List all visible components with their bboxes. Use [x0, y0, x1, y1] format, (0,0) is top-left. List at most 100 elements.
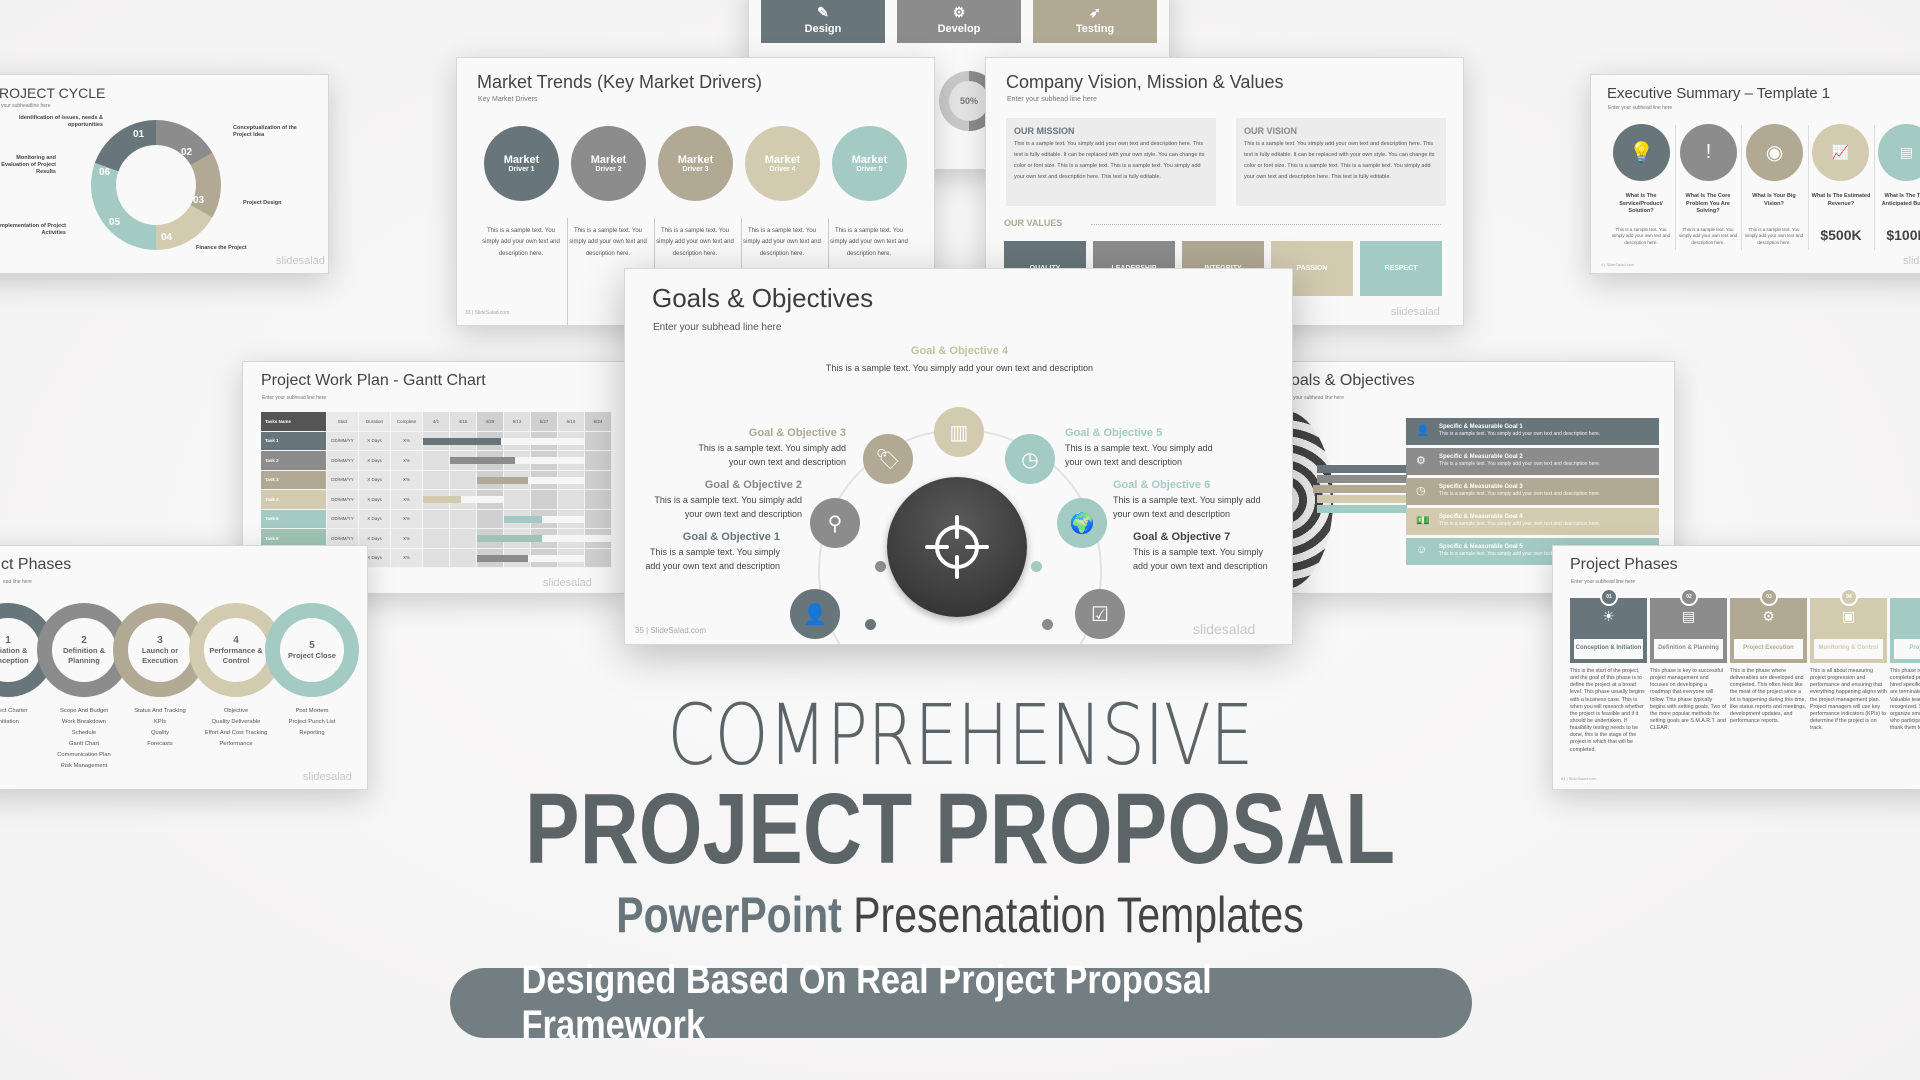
slide-subtitle: Enter your subhead line here — [1571, 579, 1636, 585]
brand-logo: slidesalad — [1193, 621, 1256, 637]
gantt-date-cell — [450, 470, 477, 490]
exec-question: What Is The Service/Product/ Solution? — [1619, 193, 1663, 215]
tile-develop: ⚙ Develop — [897, 0, 1021, 43]
tag-icon: 🏷 — [863, 434, 913, 484]
exec-text: This is a sample text. You simply add yo… — [1678, 227, 1738, 245]
goal-band: ⚙ Specific & Measurable Goal 2 This is a s… — [1406, 448, 1659, 475]
phase-description: This is the phase where deliverables are… — [1730, 668, 1807, 724]
gantt-bar — [423, 437, 502, 445]
gantt-cell: DD/MM/YY — [327, 431, 359, 451]
market-driver-text: This is a sample text. You simply add yo… — [482, 228, 560, 257]
gantt-cell: DD/MM/YY — [327, 470, 359, 490]
tile-design: ✎ Design — [761, 0, 885, 43]
headline-comprehensive: COMPREHENSIVE — [667, 686, 1253, 784]
cycle-step-label: Implementation of Project Activities — [0, 223, 66, 237]
gantt-bar-remaining — [528, 476, 585, 484]
phase-label: Project Execution — [1733, 638, 1804, 660]
gantt-date-cell — [423, 548, 450, 568]
gantt-bar — [477, 476, 529, 484]
market-driver-text: This is a sample text. You simply add yo… — [569, 228, 647, 257]
gantt-bar-remaining — [501, 437, 585, 445]
goal-title-1: Goal & Objective 1 — [682, 531, 780, 543]
target-icon — [887, 477, 1027, 617]
gantt-cell: X Days — [359, 431, 391, 451]
market-driver-text: This is a sample text. You simply add yo… — [743, 228, 821, 257]
cycle-step-number: 06 — [99, 167, 111, 178]
goal-title-5: Goal & Objective 5 — [1065, 427, 1163, 439]
gantt-date: 5/27 — [531, 412, 558, 432]
slide-subtitle: ead line here — [3, 579, 32, 585]
brand-logo: slidesalad — [1903, 255, 1920, 267]
clock-icon: ◷ — [1416, 485, 1426, 497]
brand-logo: slidesalad — [543, 577, 592, 589]
exec-text: This is a sample text. You simply add yo… — [1744, 227, 1804, 245]
clipboard-icon: ▤ — [1681, 608, 1696, 624]
goal-title-4: Goal & Objective 4 — [910, 345, 1009, 357]
goal-band: 👤 Specific & Measurable Goal 1 This is a s… — [1406, 418, 1659, 445]
lightbulb-icon: ☀ — [1602, 608, 1615, 624]
head-idea-icon: ☺ — [1416, 544, 1428, 556]
cycle-step-label: Project Design — [243, 200, 282, 206]
gantt-cell: X% — [391, 431, 423, 451]
slide-subtitle: Key Market Drivers — [478, 96, 538, 103]
gantt-cell: X% — [391, 490, 423, 510]
framework-banner: Designed Based On Real Project Proposal … — [450, 958, 1472, 1047]
slide-subtitle: Enter your subhead line here — [653, 322, 782, 333]
cycle-ring — [91, 120, 221, 250]
market-driver-1: Market Driver 1 — [484, 126, 559, 201]
gantt-bar-remaining — [541, 535, 612, 542]
gantt-date-cell — [423, 451, 450, 471]
goal-text-2: This is a sample text. You simply add yo… — [654, 495, 802, 519]
cycle-step-number: 03 — [193, 195, 205, 206]
tile-testing: ➶ Testing — [1033, 0, 1157, 43]
gantt-cell: Task 2 — [261, 451, 327, 471]
gantt-date-cell — [423, 529, 450, 549]
cycle-step-number: 02 — [181, 147, 193, 158]
gantt-header-row: Tasks Name Start Duration Complete 4/1 4… — [261, 412, 612, 432]
gantt-header: Complete — [391, 412, 423, 432]
phase-number-badge: 01 — [1600, 588, 1618, 606]
market-driver-4: Market Driver 4 — [745, 126, 820, 201]
gantt-bar — [477, 535, 542, 542]
clock-icon: ◷ — [1005, 434, 1055, 484]
phase-column: ⚙ Project Execution — [1730, 598, 1807, 663]
goal-text-1: This is a sample text. You simply add yo… — [645, 547, 780, 571]
slide-title: Project Work Plan - Gantt Chart — [261, 372, 486, 389]
gantt-date-cell — [558, 490, 585, 510]
gantt-date-cell — [585, 509, 612, 529]
gantt-cell: Task 1 — [261, 431, 327, 451]
gantt-bar — [477, 554, 529, 562]
value-tile: RESPECT — [1360, 241, 1442, 296]
trophy-icon: 🏆 — [1890, 608, 1920, 625]
gantt-cell: X Days — [359, 451, 391, 471]
gantt-cell: DD/MM/YY — [327, 509, 359, 529]
gantt-bar — [423, 496, 461, 503]
phase-column: ☀ Conception & Initiation — [1570, 598, 1647, 663]
phase-item: Communication Plan — [57, 752, 111, 758]
phase-description: This is all about measuring project prog… — [1810, 668, 1887, 732]
cycle-step-label: Finance the Project — [196, 245, 247, 251]
brand-logo: slidesalad — [303, 771, 352, 783]
gantt-cell: X Days — [359, 470, 391, 490]
slide-project-phases-columns: Project Phases Enter your subhead line h… — [1552, 545, 1920, 790]
goal-title-3: Goal & Objective 3 — [748, 427, 846, 439]
phase-number-badge: 02 — [1680, 588, 1698, 606]
cycle-step-number: 04 — [161, 232, 173, 243]
phase-item: Reporting — [299, 730, 325, 736]
budget-document-icon: ▤ — [1878, 124, 1920, 181]
gantt-date: 4/15 — [450, 412, 477, 432]
vision-box: OUR VISION This is a sample text. You sim… — [1236, 118, 1446, 206]
exec-question: What Is The Core Problem You Are Solving… — [1685, 193, 1731, 215]
goal-text-3: This is a sample text. You simply add yo… — [698, 443, 846, 467]
exclamation-icon: ! — [1680, 124, 1737, 181]
gantt-cell: X% — [391, 529, 423, 549]
slide-title: ct Phases — [1, 556, 72, 573]
goal-band: 💵 Specific & Measurable Goal 4 This is a s… — [1406, 508, 1659, 535]
gantt-date-cell — [585, 548, 612, 568]
gantt-cell: X Days — [359, 509, 391, 529]
subtitle-bold: PowerPoint — [616, 887, 842, 943]
gantt-date-cell — [477, 509, 504, 529]
bar-chart-icon: ▥ — [934, 407, 984, 457]
slide-title: ROJECT CYCLE — [0, 85, 106, 101]
market-driver-3: Market Driver 3 — [658, 126, 733, 201]
